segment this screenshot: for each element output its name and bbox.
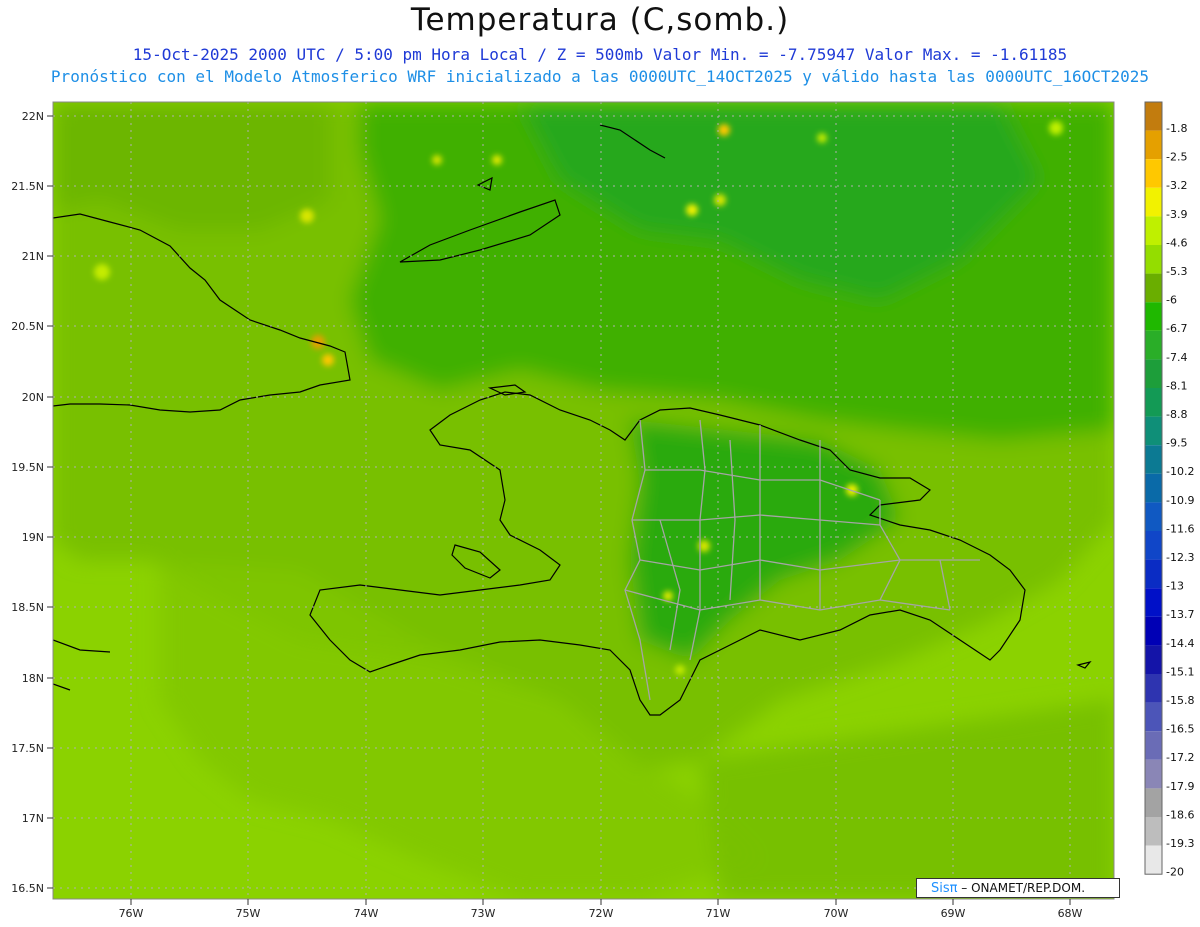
colorbar-label: -10.9 xyxy=(1166,494,1194,507)
lat-label: 22N xyxy=(22,110,44,123)
colorbar-label: -19.3 xyxy=(1166,837,1194,850)
lon-label: 71W xyxy=(706,907,731,920)
colorbar-swatch xyxy=(1145,187,1162,217)
lat-label: 19.5N xyxy=(11,461,44,474)
lat-label: 20.5N xyxy=(11,320,44,333)
lat-label: 20N xyxy=(22,391,44,404)
colorbar-swatch xyxy=(1145,216,1162,245)
colorbar: -1.8 -2.5 -3.2 -3.9 -4.6 -5.3 -6 -6.7 -7.4 -8.1 -8… xyxy=(1144,101,1194,879)
lat-label: 21N xyxy=(22,250,44,263)
lon-axis: 76W 75W 74W 73W 72W 71W 70W 69W 68W xyxy=(119,907,1083,920)
colorbar-swatch xyxy=(1145,130,1162,160)
lat-label: 16.5N xyxy=(11,882,44,895)
lon-label: 75W xyxy=(236,907,261,920)
colorbar-swatch xyxy=(1145,302,1162,331)
colorbar-label: -15.1 xyxy=(1166,665,1194,678)
map-title: Temperatura (C,somb.) xyxy=(410,2,790,38)
lat-label: 21.5N xyxy=(11,180,44,193)
lat-label: 18N xyxy=(22,672,44,685)
colorbar-swatch xyxy=(1145,330,1162,360)
lat-label: 17N xyxy=(22,812,44,825)
colorbar-swatch xyxy=(1145,388,1162,417)
temperature-field xyxy=(53,102,1114,899)
colorbar-swatch xyxy=(1145,702,1162,732)
colorbar-swatch xyxy=(1145,731,1162,760)
lon-ticks xyxy=(130,899,1071,905)
colorbar-swatch xyxy=(1145,245,1162,274)
colorbar-label: -8.8 xyxy=(1166,408,1187,421)
colorbar-label: -6 xyxy=(1166,294,1177,307)
colorbar-label: -3.9 xyxy=(1166,208,1187,221)
colorbar-swatch xyxy=(1145,445,1162,474)
colorbar-swatch xyxy=(1145,645,1162,674)
model-info-line: Pronóstico con el Modelo Atmosferico WRF… xyxy=(50,67,1150,86)
colorbar-swatch xyxy=(1145,531,1162,560)
colorbar-label: -9.5 xyxy=(1166,437,1187,450)
colorbar-swatch xyxy=(1145,788,1162,817)
colorbar-swatch xyxy=(1145,559,1162,589)
colorbar-swatch xyxy=(1145,759,1162,789)
colorbar-swatch xyxy=(1145,473,1162,503)
colorbar-swatch xyxy=(1145,416,1162,446)
colorbar-swatch xyxy=(1145,159,1162,188)
lat-axis: 22N 21.5N 21N 20.5N 20N 19.5N 19N 18.5N … xyxy=(11,110,44,895)
lat-label: 18.5N xyxy=(11,601,44,614)
colorbar-label: -17.2 xyxy=(1166,751,1194,764)
colorbar-label: -5.3 xyxy=(1166,265,1187,278)
credit-box: Sisπ – ONAMET/REP.DOM. xyxy=(916,878,1120,898)
colorbar-swatch xyxy=(1145,359,1162,388)
colorbar-swatch xyxy=(1145,674,1162,703)
colorbar-label: -13 xyxy=(1166,580,1184,593)
colorbar-label: -11.6 xyxy=(1166,522,1194,535)
colorbar-label: -16.5 xyxy=(1166,723,1194,736)
colorbar-swatch xyxy=(1145,616,1162,646)
lat-ticks xyxy=(47,115,53,889)
colorbar-label: -20 xyxy=(1166,866,1184,879)
lon-label: 70W xyxy=(824,907,849,920)
lon-label: 74W xyxy=(354,907,379,920)
lon-label: 69W xyxy=(941,907,966,920)
colorbar-label: -18.6 xyxy=(1166,808,1194,821)
lat-label: 19N xyxy=(22,531,44,544)
lon-label: 72W xyxy=(589,907,614,920)
lon-label: 68W xyxy=(1058,907,1083,920)
colorbar-swatch xyxy=(1145,845,1162,875)
colorbar-label: -10.2 xyxy=(1166,465,1194,478)
colorbar-label: -1.8 xyxy=(1166,122,1187,135)
lon-label: 73W xyxy=(471,907,496,920)
colorbar-label: -14.4 xyxy=(1166,637,1194,650)
lat-label: 17.5N xyxy=(11,742,44,755)
colorbar-swatch xyxy=(1145,102,1162,131)
colorbar-label: -7.4 xyxy=(1166,351,1187,364)
colorbar-label: -13.7 xyxy=(1166,608,1194,621)
colorbar-label: -12.3 xyxy=(1166,551,1194,564)
forecast-map: 22N 21.5N 21N 20.5N 20N 19.5N 19N 18.5N … xyxy=(11,101,1194,920)
colorbar-swatch xyxy=(1145,502,1162,531)
colorbar-swatch xyxy=(1145,817,1162,846)
lon-label: 76W xyxy=(119,907,144,920)
colorbar-label: -2.5 xyxy=(1166,151,1187,164)
sispi-logo: Sisπ xyxy=(931,881,958,896)
valid-time-line: 15-Oct-2025 2000 UTC / 5:00 pm Hora Loca… xyxy=(132,45,1068,64)
colorbar-label: -6.7 xyxy=(1166,322,1187,335)
colorbar-label: -3.2 xyxy=(1166,179,1187,192)
colorbar-label: -17.9 xyxy=(1166,780,1194,793)
colorbar-swatch xyxy=(1145,273,1162,303)
colorbar-label: -4.6 xyxy=(1166,236,1187,249)
colorbar-label: -15.8 xyxy=(1166,694,1194,707)
credit-text: – ONAMET/REP.DOM. xyxy=(961,881,1086,895)
colorbar-swatch xyxy=(1145,588,1162,617)
colorbar-label: -8.1 xyxy=(1166,379,1187,392)
